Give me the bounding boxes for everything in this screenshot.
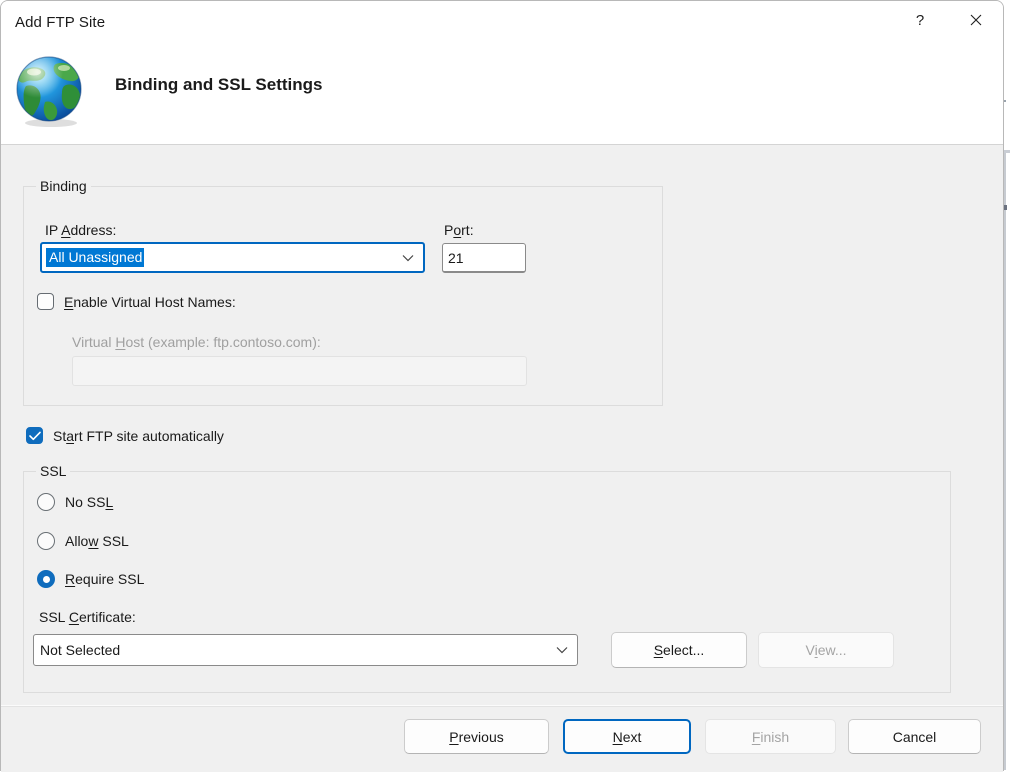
finish-button: Finish <box>705 719 836 754</box>
view-button-label: View... <box>805 642 846 658</box>
virtual-host-input <box>72 356 527 386</box>
enable-virtual-host-checkbox[interactable]: Enable Virtual Host Names: <box>37 293 236 310</box>
radio-circle <box>37 493 55 511</box>
ip-address-label: IP Address: <box>45 222 116 238</box>
port-value: 21 <box>448 250 464 266</box>
previous-button[interactable]: Previous <box>404 719 549 754</box>
cancel-button[interactable]: Cancel <box>848 719 981 754</box>
radio-require-ssl[interactable]: Require SSL <box>37 570 144 588</box>
ssl-certificate-label: SSL Certificate: <box>39 609 136 625</box>
port-input[interactable]: 21 <box>442 243 526 273</box>
radio-allow-ssl-label: Allow SSL <box>65 533 129 549</box>
start-ftp-automatically-label: Start FTP site automatically <box>53 428 224 444</box>
select-certificate-button[interactable]: Select... <box>611 632 747 668</box>
close-button[interactable] <box>953 1 999 39</box>
question-mark-icon: ? <box>916 12 924 29</box>
chevron-down-icon <box>556 646 568 654</box>
radio-require-ssl-label: Require SSL <box>65 571 144 587</box>
previous-button-label: Previous <box>449 729 503 745</box>
close-icon <box>970 14 982 26</box>
check-icon <box>29 431 41 441</box>
ip-address-value: All Unassigned <box>46 248 144 267</box>
add-ftp-site-dialog: Add FTP Site ? <box>0 0 1004 771</box>
finish-button-label: Finish <box>752 729 789 745</box>
ip-address-combobox[interactable]: All Unassigned <box>40 242 425 273</box>
window-title: Add FTP Site <box>15 14 105 31</box>
view-certificate-button: View... <box>758 632 894 668</box>
chevron-down-icon <box>402 254 414 262</box>
help-button[interactable]: ? <box>897 1 943 39</box>
binding-group-label: Binding <box>36 178 91 194</box>
ssl-certificate-combobox[interactable]: Not Selected <box>33 634 578 666</box>
port-label: Port: <box>444 222 474 238</box>
title-bar: Add FTP Site ? <box>1 1 1003 145</box>
radio-no-ssl-label: No SSL <box>65 494 113 510</box>
next-button[interactable]: Next <box>563 719 691 754</box>
virtual-host-label: Virtual Host (example: ftp.contoso.com): <box>72 334 321 350</box>
background-window-artifact <box>1004 0 1010 150</box>
select-button-label: Select... <box>654 642 705 658</box>
enable-virtual-host-label: Enable Virtual Host Names: <box>64 294 236 310</box>
background-window-artifact <box>1004 210 1006 770</box>
ssl-certificate-value: Not Selected <box>34 642 120 658</box>
dialog-footer: Previous Next Finish Cancel <box>1 706 1003 772</box>
background-window-artifact <box>1004 153 1006 208</box>
radio-allow-ssl[interactable]: Allow SSL <box>37 532 129 550</box>
start-ftp-automatically-checkbox[interactable]: Start FTP site automatically <box>26 427 224 444</box>
page-title: Binding and SSL Settings <box>115 75 322 95</box>
next-button-label: Next <box>613 729 642 745</box>
cancel-button-label: Cancel <box>893 729 937 745</box>
checkbox-box <box>26 427 43 444</box>
radio-circle <box>37 570 55 588</box>
checkbox-box <box>37 293 54 310</box>
dialog-body: Binding IP Address: All Unassigned Port:… <box>1 146 1003 706</box>
radio-circle <box>37 532 55 550</box>
radio-no-ssl[interactable]: No SSL <box>37 493 113 511</box>
ssl-group-label: SSL <box>36 463 70 479</box>
globe-icon <box>12 52 90 130</box>
